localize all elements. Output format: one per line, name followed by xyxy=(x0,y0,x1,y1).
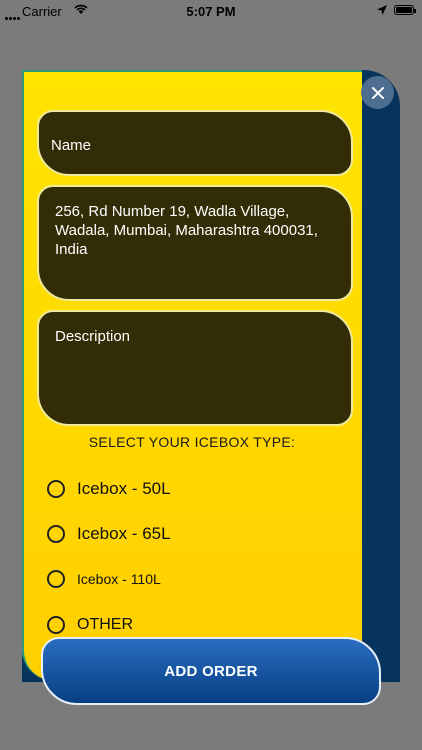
radio-unchecked-icon[interactable] xyxy=(47,525,65,543)
clock-time: 5:07 PM xyxy=(186,4,236,19)
close-icon xyxy=(371,86,384,99)
radio-unchecked-icon[interactable] xyxy=(47,616,65,634)
icebox-option-110l[interactable]: Icebox - 110L xyxy=(47,568,161,590)
icebox-option-label: Icebox - 50L xyxy=(77,479,171,498)
close-button[interactable] xyxy=(361,76,394,109)
icebox-option-other[interactable]: OTHER xyxy=(47,614,133,636)
location-arrow-icon xyxy=(377,5,387,15)
status-bar: Carrier 5:07 PM xyxy=(0,0,422,22)
radio-unchecked-icon[interactable] xyxy=(47,480,65,498)
description-placeholder: Description xyxy=(55,328,131,345)
description-field[interactable]: Description xyxy=(37,310,353,426)
icebox-option-label: Icebox - 65L xyxy=(77,524,171,543)
battery-icon xyxy=(394,5,416,15)
radio-unchecked-icon[interactable] xyxy=(47,570,65,588)
icebox-option-label: OTHER xyxy=(77,616,133,633)
name-field[interactable]: Name xyxy=(37,110,353,176)
icebox-option-65l[interactable]: Icebox - 65L xyxy=(47,523,171,545)
address-value: 256, Rd Number 19, Wadla Village, Wadala… xyxy=(55,203,318,258)
add-order-button[interactable]: ADD ORDER xyxy=(41,637,381,705)
icebox-option-50l[interactable]: Icebox - 50L xyxy=(47,478,171,500)
icebox-option-label: Icebox - 110L xyxy=(77,571,161,587)
name-placeholder: Name xyxy=(51,137,92,154)
address-field[interactable]: 256, Rd Number 19, Wadla Village, Wadala… xyxy=(37,185,353,301)
icebox-section-title: SELECT YOUR ICEBOX TYPE: xyxy=(88,434,296,450)
